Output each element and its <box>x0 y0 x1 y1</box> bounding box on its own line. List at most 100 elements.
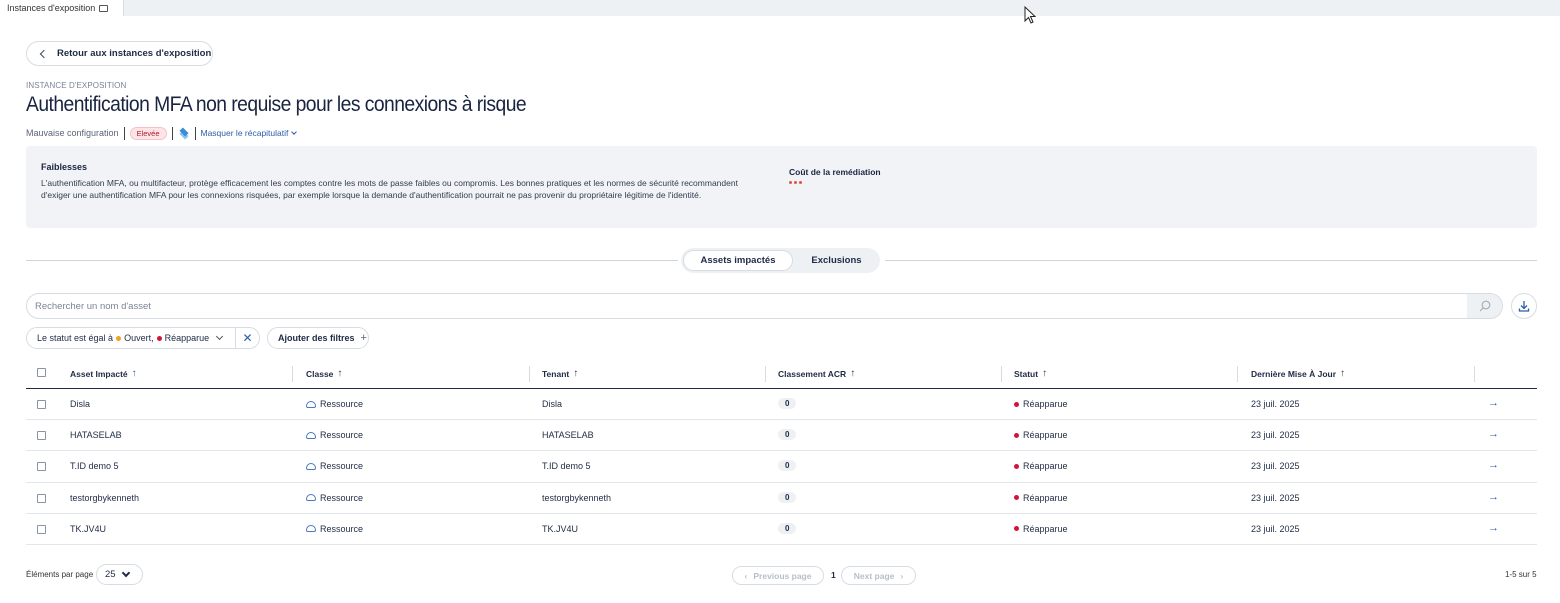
asset-name[interactable]: Disla <box>70 399 90 409</box>
status-filter-reappeared: Réapparue <box>164 333 210 343</box>
status-label: Réapparue <box>1023 399 1068 409</box>
category-label: Mauvaise configuration <box>26 128 119 138</box>
acr-rank: 0 <box>778 522 797 534</box>
column-class[interactable]: Classe ↑ <box>306 368 342 379</box>
column-label: Classe <box>306 368 334 379</box>
current-page[interactable]: 1 <box>831 570 836 580</box>
weakness-heading: Faiblesses <box>41 162 88 172</box>
row-checkbox[interactable] <box>37 431 46 441</box>
table-row[interactable]: HATASELAB Ressource HATASELAB 0 Réapparue 23 … <box>26 420 1537 452</box>
row-checkbox[interactable] <box>37 462 46 472</box>
back-button-label: Retour aux instances d'exposition <box>57 48 212 59</box>
toggle-summary-button[interactable]: Masquer le récapitulatif <box>200 128 298 138</box>
tenant-name: testorgbykenneth <box>542 492 612 503</box>
asset-class: Ressource <box>306 461 363 471</box>
tab-strip: Instances d'exposition <box>0 0 1560 16</box>
table-row[interactable]: Disla Ressource Disla 0 Réapparue 23 juil. 20… <box>26 389 1537 421</box>
table-row[interactable]: T.ID demo 5 Ressource T.ID demo 5 0 Réapparu… <box>26 451 1537 483</box>
search-icon <box>1479 300 1490 312</box>
add-filters-button[interactable]: Ajouter des filtres + <box>267 327 369 349</box>
asset-class-label: Ressource <box>320 399 364 409</box>
back-button[interactable]: Retour aux instances d'exposition <box>26 41 213 66</box>
asset-name[interactable]: HATASELAB <box>70 430 122 440</box>
asset-name[interactable]: TK.JV4U <box>70 524 106 534</box>
per-page-label: Éléments par page <box>26 570 94 579</box>
status-filter-chip[interactable]: Le statut est égal à Ouvert, Réapparue ✕ <box>26 327 260 349</box>
status-filter-prefix: Le statut est égal à <box>37 333 114 343</box>
chevron-down-icon <box>121 568 130 577</box>
asset-name[interactable]: T.ID demo 5 <box>70 461 119 471</box>
arrow-right-icon[interactable]: → <box>1488 522 1499 534</box>
column-acr[interactable]: Classement ACR ↑ <box>778 368 855 379</box>
chevron-left-icon: ‹ <box>744 570 748 581</box>
meta-divider <box>123 126 125 140</box>
section-divider <box>26 260 678 261</box>
column-divider <box>1001 366 1002 382</box>
column-status[interactable]: Statut ↑ <box>1014 368 1047 379</box>
plus-icon: + <box>360 332 367 344</box>
clear-filter-button[interactable]: ✕ <box>235 328 259 348</box>
column-divider <box>1474 366 1475 382</box>
table-row[interactable]: TK.JV4U Ressource TK.JV4U 0 Réapparue 23 juil… <box>26 514 1537 545</box>
row-checkbox[interactable] <box>37 400 46 409</box>
arrow-right-icon[interactable]: → <box>1488 428 1499 440</box>
asset-class: Ressource <box>306 430 363 440</box>
column-updated[interactable]: Dernière Mise À Jour ↑ <box>1251 368 1345 379</box>
meta-divider <box>171 126 173 140</box>
asset-class-label: Ressource <box>320 430 364 441</box>
arrow-right-icon[interactable]: → <box>1488 459 1499 471</box>
previous-page-label: Previous page <box>753 570 812 581</box>
table-row[interactable]: testorgbykenneth Ressource testorgbykennet… <box>26 483 1537 514</box>
sort-arrow-icon: ↑ <box>1042 368 1048 379</box>
tenant-name: TK.JV4U <box>542 523 579 534</box>
per-page-value: 25 <box>105 569 116 580</box>
per-page-select[interactable]: 25 <box>96 564 143 585</box>
sort-arrow-icon: ↑ <box>337 368 343 379</box>
severity-badge: Elevée <box>129 126 167 140</box>
status-reappeared-dot <box>1014 495 1019 501</box>
search-input[interactable] <box>35 299 1455 314</box>
toggle-summary-label: Masquer le récapitulatif <box>200 128 289 138</box>
status-reappeared-dot <box>1014 432 1019 438</box>
page-title: Authentification MFA non requise pour le… <box>26 93 527 116</box>
tab-exposure-instances[interactable]: Instances d'exposition <box>0 0 124 16</box>
download-button[interactable] <box>1511 293 1537 319</box>
status: Réapparue <box>1014 524 1068 534</box>
status-label: Réapparue <box>1023 430 1068 441</box>
previous-page-button[interactable]: ‹ Previous page <box>732 566 824 585</box>
sort-arrow-icon: ↑ <box>573 368 579 379</box>
acr-badge: 0 <box>778 491 797 503</box>
table-header: Asset Impacté ↑ Classe ↑ Tenant ↑ Classemen… <box>26 360 1537 389</box>
status-reappeared-dot <box>1014 401 1019 407</box>
select-all-checkbox[interactable] <box>37 368 46 377</box>
assets-table: Asset Impacté ↑ Classe ↑ Tenant ↑ Classemen… <box>26 360 1537 545</box>
result-range: 1-5 sur 5 <box>1505 570 1537 579</box>
next-page-label: Next page <box>853 570 895 581</box>
row-checkbox[interactable] <box>37 524 46 534</box>
row-checkbox[interactable] <box>37 493 46 503</box>
layers-icon <box>178 127 190 140</box>
tab-exclusions[interactable]: Exclusions <box>795 250 878 271</box>
status-reappeared-dot <box>156 335 162 341</box>
window-icon <box>99 4 109 12</box>
column-tenant[interactable]: Tenant ↑ <box>542 368 578 379</box>
acr-badge: 0 <box>778 522 797 534</box>
arrow-right-icon[interactable]: → <box>1488 397 1499 409</box>
tab-label: Instances d'exposition <box>7 3 96 13</box>
acr-rank: 0 <box>778 491 797 503</box>
cloud-icon <box>306 494 316 502</box>
column-asset[interactable]: Asset Impacté ↑ <box>70 368 137 379</box>
table-body: Disla Ressource Disla 0 Réapparue 23 juil. 20… <box>26 389 1537 545</box>
status-open-dot <box>116 335 122 341</box>
sort-arrow-icon: ↑ <box>1340 368 1346 379</box>
status-label: Réapparue <box>1023 523 1068 534</box>
asset-name[interactable]: testorgbykenneth <box>70 493 139 503</box>
remediation-cost-indicator <box>789 181 802 184</box>
arrow-right-icon[interactable]: → <box>1488 491 1499 503</box>
mouse-cursor-icon <box>1024 6 1036 24</box>
next-page-button[interactable]: Next page › <box>841 566 916 585</box>
column-divider <box>529 366 530 382</box>
search-button[interactable] <box>1467 294 1502 318</box>
tab-impacted-assets[interactable]: Assets impactés <box>683 250 793 271</box>
acr-badge: 0 <box>778 429 797 441</box>
